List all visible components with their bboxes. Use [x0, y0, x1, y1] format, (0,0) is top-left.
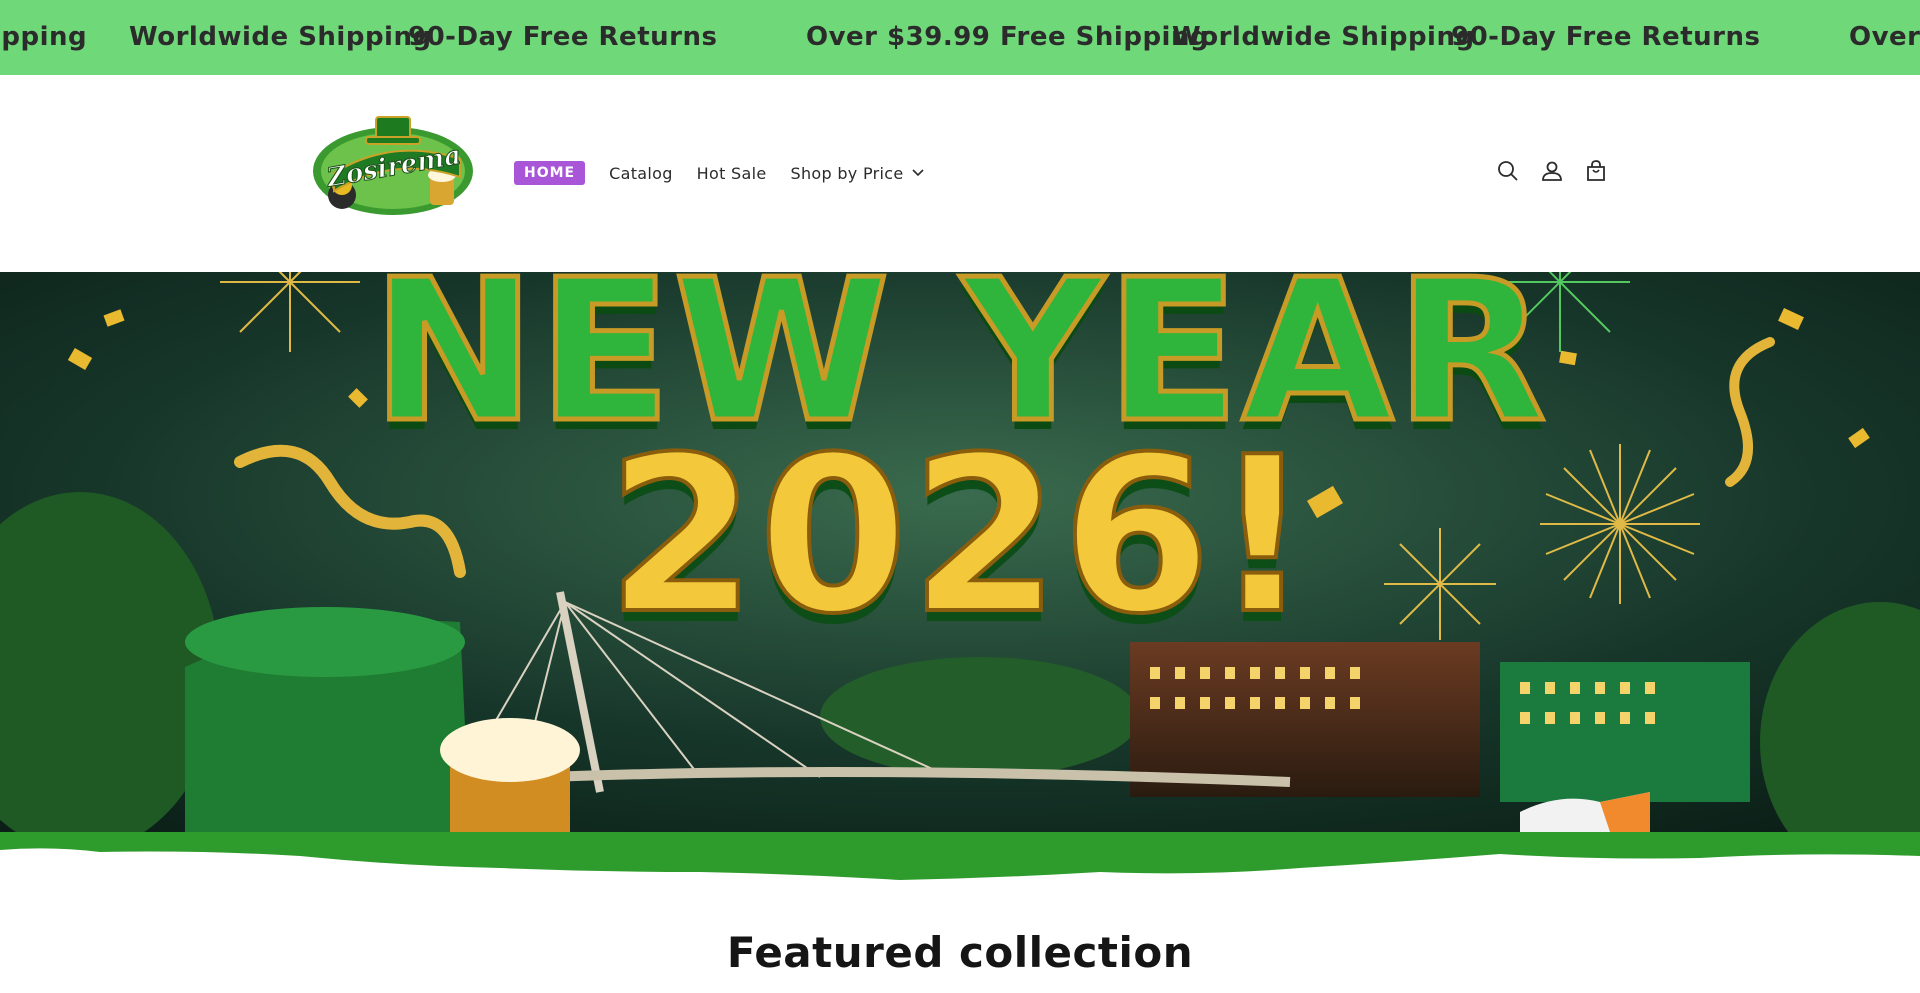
announcement-item: Worldwide Shipping	[1172, 22, 1475, 52]
chevron-down-icon	[911, 169, 924, 177]
header-icons	[1496, 159, 1628, 183]
nav-home[interactable]: HOME	[514, 161, 586, 185]
nav-shop-by-price-label: Shop by Price	[790, 163, 904, 183]
hero-torn-edge	[0, 832, 1920, 880]
featured-collection-title: Featured collection	[726, 928, 1194, 977]
announcement-item: 90-Day Free Returns	[408, 22, 718, 52]
hero-banner[interactable]: NEW YEAR 2026!	[0, 272, 1920, 832]
announcement-item: Over $	[1849, 22, 1920, 52]
search-icon[interactable]	[1496, 159, 1520, 183]
site-header: Zosirema HOME Catalog Hot Sale Shop by P…	[0, 75, 1920, 272]
nav-hot-sale[interactable]: Hot Sale	[697, 164, 767, 183]
cart-icon[interactable]	[1584, 159, 1608, 183]
announcement-bar: ipping Worldwide Shipping 90-Day Free Re…	[0, 0, 1920, 75]
nav-catalog[interactable]: Catalog	[609, 164, 673, 183]
announcement-item: Worldwide Shipping	[129, 22, 432, 52]
announcement-item: Over $39.99 Free Shipping	[806, 22, 1210, 52]
main-nav: HOME Catalog Hot Sale Shop by Price	[514, 161, 924, 185]
nav-shop-by-price[interactable]: Shop by Price	[791, 164, 924, 183]
store-logo[interactable]: Zosirema	[310, 115, 476, 219]
announcement-item: 90-Day Free Returns	[1451, 22, 1761, 52]
account-icon[interactable]	[1540, 159, 1564, 183]
hero-year: 2026!	[605, 408, 1314, 663]
announcement-item: ipping	[0, 22, 88, 52]
